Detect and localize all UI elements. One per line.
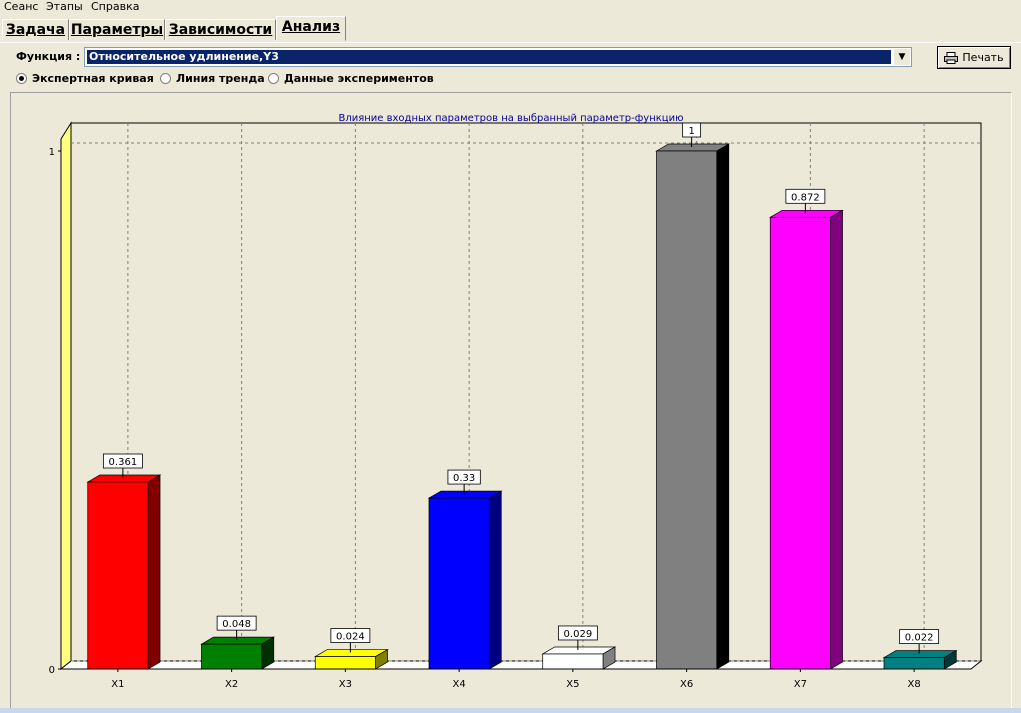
y-tick-label: 0 <box>49 665 55 676</box>
chart-floor <box>59 660 983 670</box>
x-tick-label: X2 <box>225 679 238 690</box>
menu-item-help[interactable]: Справка <box>91 0 139 14</box>
function-label: Функция : <box>16 50 81 63</box>
radio-expert-curve[interactable]: Экспертная кривая <box>16 72 154 86</box>
x-tick-label: X5 <box>566 679 579 690</box>
menu-bar: Сеанс Этапы Справка <box>0 0 1021 16</box>
x-tick-label: X7 <box>794 679 807 690</box>
radio-experiment-data[interactable]: Данные экспериментов <box>268 72 434 86</box>
bar <box>883 657 945 670</box>
data-label: 1 <box>688 126 694 137</box>
x-tick-label: X4 <box>453 679 466 690</box>
x-tick-label: X1 <box>111 679 124 690</box>
radio-trend-line-label: Линия тренда <box>176 72 265 85</box>
radio-unchecked-icon <box>268 72 279 84</box>
status-strip <box>0 708 1021 713</box>
tab-bar: Задача Параметры Зависимости Анализ <box>0 16 1021 43</box>
data-label: 0.022 <box>905 633 934 644</box>
bar-side <box>716 143 730 670</box>
data-label: 0.029 <box>564 629 593 640</box>
y-tick-label: 1 <box>49 147 55 158</box>
bar <box>201 643 263 670</box>
print-button[interactable]: Печать <box>937 46 1011 69</box>
bar <box>87 481 149 670</box>
menu-item-stages[interactable]: Этапы <box>46 0 83 14</box>
bar <box>542 653 604 670</box>
print-button-label: Печать <box>962 51 1004 64</box>
radio-experiment-data-label: Данные экспериментов <box>284 72 434 85</box>
bar-chart: Влияние входных параметров на выбранный … <box>49 113 983 690</box>
tab-task[interactable]: Задача <box>2 19 69 40</box>
bar <box>314 656 376 670</box>
tab-analysis[interactable]: Анализ <box>276 16 346 41</box>
tab-parameters[interactable]: Параметры <box>69 19 165 40</box>
data-label: 0.024 <box>336 632 365 643</box>
data-label: 0.872 <box>791 192 820 203</box>
chevron-down-icon[interactable]: ▼ <box>893 49 910 65</box>
chart-title: Влияние входных параметров на выбранный … <box>338 113 683 124</box>
radio-unchecked-icon <box>160 72 171 84</box>
data-label: 0.361 <box>109 457 138 468</box>
printer-icon <box>944 52 959 64</box>
data-label: 0.33 <box>453 473 475 484</box>
menu-item-session[interactable]: Сеанс <box>4 0 38 14</box>
bar <box>656 150 718 670</box>
chart-panel: Влияние входных параметров на выбранный … <box>10 92 1012 710</box>
bar-side <box>147 474 161 670</box>
chart-left-wall <box>60 121 72 671</box>
chart-back-wall <box>70 122 982 662</box>
x-tick-label: X3 <box>339 679 352 690</box>
function-select[interactable]: Относительное удлинение,Y3 ▼ <box>84 47 912 67</box>
radio-trend-line[interactable]: Линия тренда <box>160 72 265 86</box>
bar-side <box>488 490 502 670</box>
bar-side <box>830 209 843 670</box>
bar <box>769 216 831 670</box>
tab-dependencies[interactable]: Зависимости <box>165 19 276 40</box>
function-selected-value: Относительное удлинение,Y3 <box>87 50 891 64</box>
bar <box>428 497 490 670</box>
data-label: 0.048 <box>222 619 251 630</box>
radio-checked-icon <box>16 72 27 84</box>
radio-expert-curve-label: Экспертная кривая <box>32 72 154 85</box>
x-tick-label: X8 <box>908 679 921 690</box>
x-tick-label: X6 <box>680 679 693 690</box>
